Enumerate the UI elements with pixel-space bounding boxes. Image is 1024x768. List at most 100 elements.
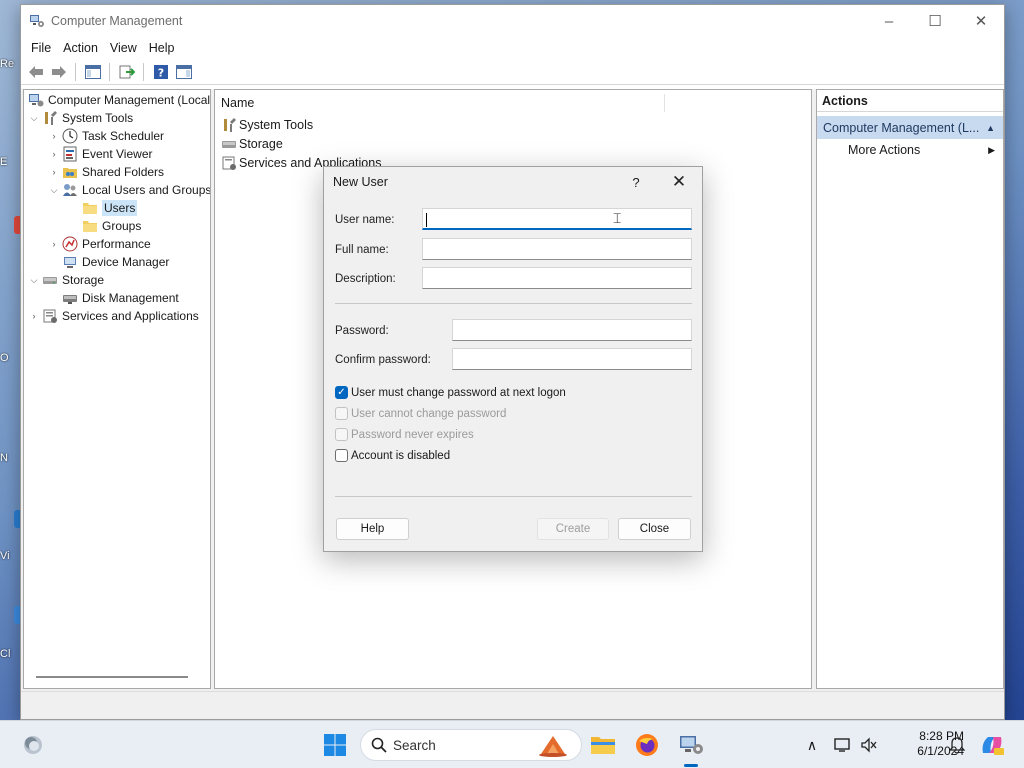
tree-item-label: Performance	[82, 237, 151, 251]
tree-item-performance[interactable]: › Performance	[48, 235, 151, 253]
tree-item-task-scheduler[interactable]: › Task Scheduler	[48, 127, 164, 145]
computer-management-taskbar-icon[interactable]	[676, 729, 706, 761]
chevron-right-icon[interactable]: ›	[48, 239, 60, 249]
tree-item-storage[interactable]: ⌵ Storage	[28, 271, 104, 289]
users-group-icon	[63, 184, 77, 196]
chevron-up-icon[interactable]: ∧	[802, 729, 822, 761]
column-header-name[interactable]: Name	[221, 96, 254, 110]
password-never-expires-checkbox-row: Password never expires	[335, 426, 474, 443]
password-input[interactable]	[452, 319, 692, 341]
user-name-label: User name:	[335, 214, 395, 226]
horizontal-scrollbar[interactable]	[36, 676, 188, 678]
collapse-up-icon[interactable]: ▲	[986, 123, 995, 133]
taskbar-search-box[interactable]: Search	[360, 729, 582, 761]
cannot-change-password-checkbox-row: User cannot change password	[335, 405, 506, 422]
list-item-label: Storage	[239, 137, 283, 151]
chevron-down-icon[interactable]: ⌵	[28, 113, 40, 124]
column-divider[interactable]	[664, 94, 665, 112]
tree-item-event-viewer[interactable]: › Event Viewer	[48, 145, 152, 163]
menu-help[interactable]: Help	[143, 41, 181, 55]
close-icon[interactable]: ✕	[656, 172, 702, 192]
must-change-password-checkbox-row[interactable]: ✓ User must change password at next logo…	[335, 384, 566, 401]
actions-pane: Actions Computer Management (L... ▲ More…	[816, 89, 1004, 689]
show-hide-action-pane-icon[interactable]	[173, 61, 194, 82]
tree-item-local-users-groups[interactable]: ⌵ Local Users and Groups	[48, 181, 210, 199]
menu-action[interactable]: Action	[57, 41, 104, 55]
tree-item-label: Event Viewer	[82, 147, 153, 161]
windows-start-icon[interactable]	[320, 729, 350, 761]
maximize-icon[interactable]: ☐	[912, 5, 958, 37]
export-list-icon[interactable]	[116, 61, 137, 82]
file-explorer-icon[interactable]	[588, 729, 618, 761]
desktop-icon-label[interactable]: N	[0, 452, 22, 464]
tree-item-services-apps[interactable]: › Services and Applications	[28, 307, 199, 325]
desktop-icon-label[interactable]: Vi	[0, 550, 22, 562]
tree-item-shared-folders[interactable]: › Shared Folders	[48, 163, 165, 181]
more-actions-item[interactable]: More Actions ▶	[817, 139, 1003, 161]
list-item[interactable]: Storage	[221, 135, 283, 153]
chevron-down-icon[interactable]: ⌵	[28, 275, 40, 286]
firefox-icon[interactable]	[632, 729, 662, 761]
desktop-icon-label[interactable]: E	[0, 156, 22, 168]
minimize-icon[interactable]: –	[866, 5, 912, 37]
tree-item-device-manager[interactable]: Device Manager	[60, 253, 169, 271]
new-user-dialog: New User ? ✕ User name: ⌶ Full name: Des…	[323, 166, 703, 552]
chevron-right-icon[interactable]: ›	[28, 311, 40, 321]
desktop-icon[interactable]	[0, 216, 22, 234]
desktop-icon-label[interactable]: Re	[0, 58, 22, 70]
toolbar-separator	[143, 62, 144, 81]
chevron-right-icon[interactable]: ›	[48, 167, 60, 177]
desktop-icon-label[interactable]: O	[0, 352, 22, 364]
submenu-arrow-icon: ▶	[988, 144, 995, 155]
close-icon[interactable]: ✕	[958, 5, 1004, 37]
user-name-input[interactable]	[422, 208, 692, 230]
desktop-icon[interactable]	[0, 606, 22, 624]
confirm-password-label: Confirm password:	[335, 354, 431, 366]
description-label: Description:	[335, 273, 396, 285]
create-button: Create	[537, 518, 609, 540]
password-never-expires-label: Password never expires	[351, 428, 474, 441]
menu-view[interactable]: View	[104, 41, 143, 55]
menu-file[interactable]: File	[25, 41, 57, 55]
svg-text:?: ?	[157, 66, 163, 79]
show-hide-tree-icon[interactable]	[82, 61, 103, 82]
tree-item-groups[interactable]: Groups	[80, 217, 141, 235]
help-question-icon[interactable]: ?	[616, 175, 656, 190]
checkbox-checked[interactable]: ✓	[335, 386, 348, 399]
full-name-input[interactable]	[422, 238, 692, 260]
help-button[interactable]: Help	[336, 518, 409, 540]
chevron-right-icon[interactable]: ›	[48, 149, 60, 159]
tree-item-users[interactable]: Users	[80, 199, 138, 217]
computer-management-icon	[29, 94, 44, 107]
must-change-password-label: User must change password at next logon	[351, 386, 566, 399]
forward-arrow-icon[interactable]	[48, 61, 69, 82]
checkbox-unchecked[interactable]	[335, 449, 348, 462]
description-input[interactable]	[422, 267, 692, 289]
close-button[interactable]: Close	[618, 518, 691, 540]
volume-muted-icon[interactable]	[858, 729, 880, 761]
copilot-icon[interactable]	[978, 729, 1006, 761]
tree-item-label: Disk Management	[82, 291, 179, 305]
chevron-right-icon[interactable]: ›	[48, 131, 60, 141]
help-icon[interactable]: ?	[150, 61, 171, 82]
services-icon	[222, 156, 236, 170]
back-arrow-icon[interactable]	[25, 61, 46, 82]
taskbar: Search ∧ 8:28 PM 6/1/2024	[0, 720, 1024, 768]
chevron-down-icon[interactable]: ⌵	[48, 185, 60, 196]
confirm-password-input[interactable]	[452, 348, 692, 370]
tree-item-disk-management[interactable]: Disk Management	[60, 289, 179, 307]
display-icon[interactable]	[832, 729, 854, 761]
account-disabled-checkbox-row[interactable]: Account is disabled	[335, 447, 450, 464]
desktop-icon-label[interactable]: Cl	[0, 648, 22, 660]
title-bar[interactable]: Computer Management – ☐ ✕	[21, 5, 1004, 37]
window-title: Computer Management	[51, 14, 183, 28]
desktop-icon[interactable]	[0, 510, 22, 528]
widgets-icon[interactable]	[18, 729, 48, 761]
tree-item-label: Storage	[62, 273, 105, 287]
dialog-title-bar[interactable]: New User ? ✕	[324, 167, 702, 197]
notification-bell-icon[interactable]	[946, 729, 968, 761]
actions-section-computer-management[interactable]: Computer Management (L... ▲	[817, 116, 1003, 139]
tree-item-computer-management[interactable]: Computer Management (Local	[26, 91, 210, 109]
tree-item-system-tools[interactable]: ⌵ System Tools	[28, 109, 133, 127]
list-item[interactable]: System Tools	[221, 116, 313, 134]
